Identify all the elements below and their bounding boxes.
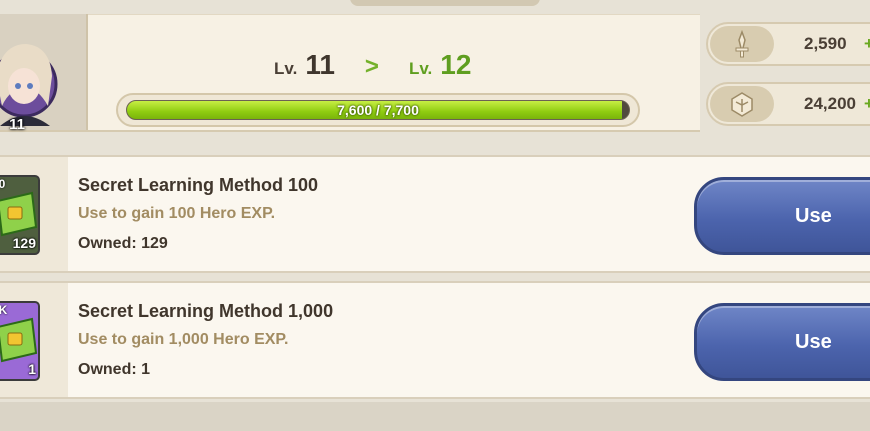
resource-plus-1: + — [864, 34, 870, 53]
item-owned-count: Owned: 1 — [78, 361, 151, 378]
next-level-prefix: Lv. — [408, 59, 433, 78]
resource-value-1: 2,590 — [804, 34, 847, 53]
item-icon-count: 129 — [12, 235, 36, 251]
bottom-strip — [0, 402, 870, 431]
exp-bar-frame: 7,600 / 7,700 — [116, 93, 640, 127]
item-icon-count: 1 — [28, 361, 36, 377]
item-description: Use to gain 100 Hero EXP. — [78, 205, 276, 222]
item-row-2: 0K 1 Secret Learning Method 1,000 Use to… — [0, 281, 870, 399]
level-change-row: Lv. 11 > Lv. 12 — [274, 49, 534, 85]
avatar-level-badge: 11 — [9, 116, 25, 133]
resource-value-2: 24,200 — [804, 94, 856, 113]
use-button[interactable]: Use — [694, 177, 870, 255]
exp-bar: 7,600 / 7,700 — [126, 100, 630, 120]
resource-chip-sword[interactable]: 2,590 + — [706, 22, 870, 66]
hero-portrait-box[interactable]: 11 — [0, 14, 88, 133]
exp-book-icon: 0K 1 — [0, 301, 40, 381]
item-row-1: 00 129 Secret Learning Method 100 Use to… — [0, 155, 870, 273]
item-name: Secret Learning Method 1,000 — [78, 301, 334, 321]
item-description: Use to gain 1,000 Hero EXP. — [78, 331, 289, 348]
use-button[interactable]: Use — [694, 303, 870, 381]
item-icon-corner-label: 00 — [0, 177, 6, 191]
hero-level-panel: Lv. 11 > Lv. 12 7,600 / 7,700 — [0, 14, 700, 132]
current-level-value: 11 — [305, 49, 335, 80]
item-icon-cell: 0K 1 — [0, 283, 68, 397]
level-arrow: > — [364, 53, 379, 80]
resource-chip-helmet[interactable]: 24,200 + — [706, 82, 870, 126]
helmet-emblem-icon — [710, 86, 774, 122]
item-icon-cell: 00 129 — [0, 157, 68, 271]
item-icon-corner-label: 0K — [0, 303, 8, 317]
exp-text: 7,600 / 7,700 — [337, 102, 419, 118]
resource-plus-2: + — [864, 94, 870, 113]
current-level-prefix: Lv. — [274, 59, 298, 78]
item-name: Secret Learning Method 100 — [78, 175, 319, 195]
top-ornament — [350, 0, 540, 6]
next-level-value: 12 — [440, 49, 472, 80]
sword-emblem-icon — [710, 26, 774, 62]
item-owned-count: Owned: 129 — [78, 235, 168, 252]
exp-book-icon: 00 129 — [0, 175, 40, 255]
